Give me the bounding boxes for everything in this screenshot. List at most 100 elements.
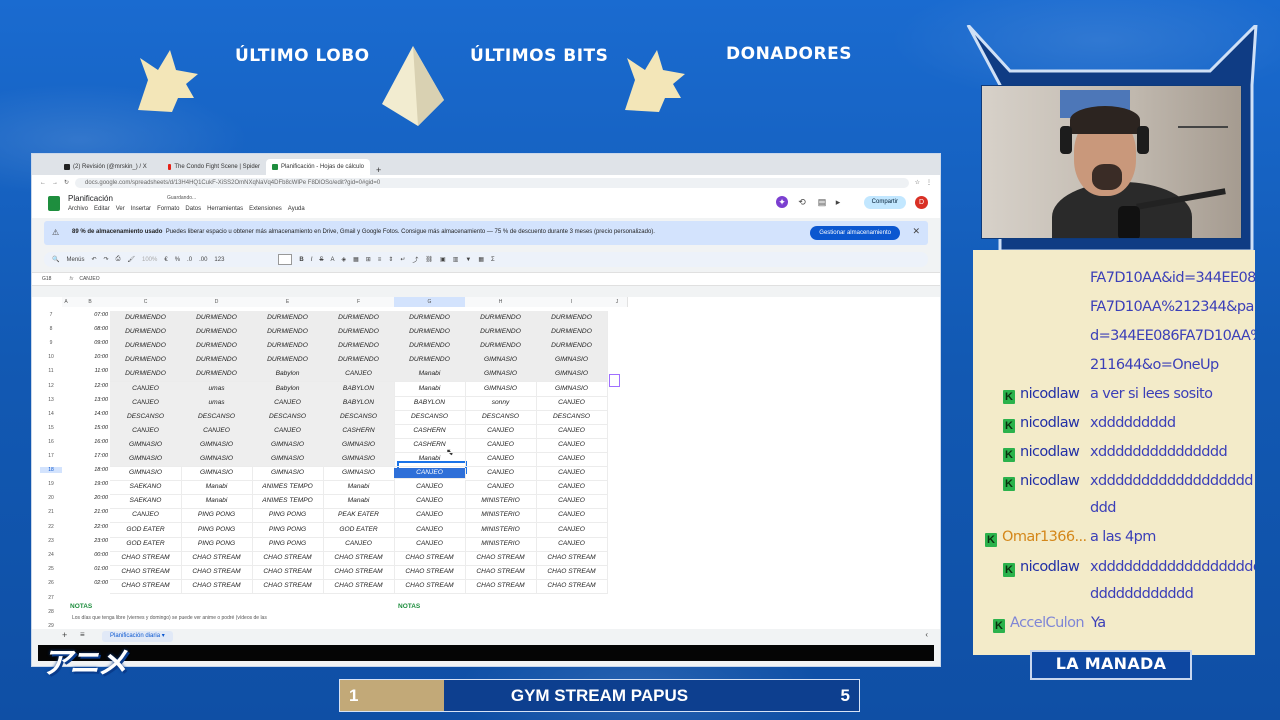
schedule-cell[interactable]: CANJEO: [323, 367, 395, 383]
row-header[interactable]: 14: [40, 411, 62, 417]
time-cell[interactable]: 23:00: [72, 538, 108, 544]
menus-search[interactable]: Menús: [66, 257, 84, 263]
decimal-increase-button[interactable]: .00: [199, 257, 207, 263]
schedule-cell[interactable]: CHAO STREAM: [465, 564, 537, 580]
time-cell[interactable]: 02:00: [72, 580, 108, 586]
currency-button[interactable]: €: [164, 257, 167, 263]
schedule-cell[interactable]: DURMIENDO: [536, 311, 608, 327]
decimal-decrease-button[interactable]: .0: [187, 257, 192, 263]
row-header[interactable]: 9: [40, 340, 62, 346]
search-icon[interactable]: 🔍: [52, 256, 59, 263]
schedule-cell[interactable]: DURMIENDO: [181, 367, 253, 383]
explore-icon[interactable]: ‹: [925, 630, 928, 639]
schedule-cell[interactable]: MINISTERIO: [465, 494, 537, 510]
schedule-cell[interactable]: MINISTERIO: [465, 536, 537, 552]
schedule-cell[interactable]: CHAO STREAM: [394, 564, 466, 580]
schedule-cell[interactable]: GIMNASIO: [181, 466, 253, 482]
schedule-cell[interactable]: CANJEO: [536, 395, 608, 411]
column-header[interactable]: G: [394, 297, 466, 307]
time-cell[interactable]: 13:00: [72, 397, 108, 403]
time-cell[interactable]: 16:00: [72, 439, 108, 445]
time-cell[interactable]: 12:00: [72, 383, 108, 389]
schedule-cell[interactable]: DURMIENDO: [536, 325, 608, 341]
formula-input[interactable]: CANJEO: [79, 276, 99, 282]
chat-username[interactable]: nicodlaw: [1020, 559, 1080, 575]
filter-views-icon[interactable]: ▦: [478, 256, 484, 263]
row-header[interactable]: 15: [40, 425, 62, 431]
schedule-cell[interactable]: DURMIENDO: [252, 311, 324, 327]
schedule-cell[interactable]: CHAO STREAM: [110, 564, 182, 580]
schedule-cell[interactable]: DURMIENDO: [323, 339, 395, 355]
chart-icon[interactable]: ▥: [453, 256, 459, 263]
forward-icon[interactable]: →: [52, 180, 58, 186]
schedule-cell[interactable]: GIMNASIO: [110, 466, 182, 482]
schedule-cell[interactable]: DURMIENDO: [394, 325, 466, 341]
time-cell[interactable]: 14:00: [72, 411, 108, 417]
schedule-cell[interactable]: CHAO STREAM: [323, 578, 395, 594]
schedule-cell[interactable]: CHAO STREAM: [323, 550, 395, 566]
schedule-cell[interactable]: GIMNASIO: [252, 466, 324, 482]
browser-tab[interactable]: The Condo Fight Scene | Spider: [162, 159, 266, 175]
row-header[interactable]: 7: [40, 312, 62, 318]
schedule-cell[interactable]: GOD EATER: [110, 536, 182, 552]
schedule-cell[interactable]: DURMIENDO: [110, 339, 182, 355]
schedule-cell[interactable]: CHAO STREAM: [181, 564, 253, 580]
schedule-cell[interactable]: Manabi: [323, 480, 395, 496]
schedule-cell[interactable]: ANIMES TEMPO: [252, 480, 324, 496]
column-header[interactable]: I: [536, 297, 608, 307]
menu-item[interactable]: Insertar: [131, 206, 151, 212]
time-cell[interactable]: 20:00: [72, 495, 108, 501]
print-icon[interactable]: ⎙: [116, 256, 121, 263]
schedule-cell[interactable]: CANJEO: [465, 480, 537, 496]
time-cell[interactable]: 19:00: [72, 481, 108, 487]
schedule-cell[interactable]: DURMIENDO: [181, 339, 253, 355]
column-header[interactable]: C: [110, 297, 182, 307]
schedule-cell[interactable]: GIMNASIO: [465, 353, 537, 369]
schedule-cell[interactable]: Manabi: [181, 494, 253, 510]
menu-item[interactable]: Archivo: [68, 206, 88, 212]
schedule-cell[interactable]: CHAO STREAM: [252, 550, 324, 566]
schedule-cell[interactable]: DURMIENDO: [465, 325, 537, 341]
schedule-cell[interactable]: CANJEO: [110, 395, 182, 411]
schedule-cell[interactable]: ANIMES TEMPO: [252, 494, 324, 510]
new-tab-icon[interactable]: +: [376, 165, 381, 175]
zoom-select[interactable]: 100%: [142, 257, 157, 263]
menu-item[interactable]: Herramientas: [207, 206, 243, 212]
url-field[interactable]: docs.google.com/spreadsheets/d/13H4HQ1Cu…: [75, 177, 909, 188]
extensions-icon[interactable]: ⋮: [926, 179, 932, 186]
schedule-cell[interactable]: PING PONG: [252, 522, 324, 538]
schedule-cell[interactable]: PING PONG: [181, 522, 253, 538]
close-icon[interactable]: ✕: [912, 226, 920, 237]
comment-add-icon[interactable]: ▣: [440, 256, 446, 263]
schedule-cell[interactable]: CASHERN: [394, 423, 466, 439]
text-color-icon[interactable]: A: [330, 257, 334, 263]
schedule-cell[interactable]: CANJEO: [181, 423, 253, 439]
schedule-cell[interactable]: CHAO STREAM: [394, 578, 466, 594]
schedule-cell[interactable]: GIMNASIO: [323, 437, 395, 453]
schedule-cell[interactable]: CANJEO: [536, 508, 608, 524]
manage-storage-button[interactable]: Gestionar almacenamiento: [810, 226, 900, 240]
merge-icon[interactable]: ⊞: [366, 256, 371, 263]
chat-username[interactable]: nicodlaw: [1020, 386, 1080, 402]
column-header[interactable]: B: [70, 297, 111, 307]
schedule-cell[interactable]: DURMIENDO: [181, 325, 253, 341]
schedule-cell[interactable]: CANJEO: [110, 423, 182, 439]
schedule-cell[interactable]: CANJEO: [252, 423, 324, 439]
schedule-cell[interactable]: DURMIENDO: [252, 339, 324, 355]
schedule-cell[interactable]: DESCANSO: [181, 409, 253, 425]
row-header[interactable]: 24: [40, 552, 62, 558]
sheets-logo-icon[interactable]: [48, 196, 60, 211]
browser-tab[interactable]: (2) Revisión (@mrskin_) / X: [58, 159, 162, 175]
schedule-cell[interactable]: CANJEO: [536, 494, 608, 510]
menu-item[interactable]: Formato: [157, 206, 179, 212]
schedule-cell[interactable]: CANJEO: [252, 395, 324, 411]
schedule-cell[interactable]: GOD EATER: [110, 522, 182, 538]
schedule-cell[interactable]: CANJEO: [394, 480, 466, 496]
schedule-cell[interactable]: DURMIENDO: [394, 311, 466, 327]
comment-icon[interactable]: ▤: [816, 196, 828, 208]
row-header[interactable]: 23: [40, 538, 62, 544]
schedule-cell[interactable]: CHAO STREAM: [465, 578, 537, 594]
schedule-cell[interactable]: CANJEO: [465, 423, 537, 439]
schedule-cell[interactable]: CANJEO: [536, 522, 608, 538]
bold-icon[interactable]: B: [299, 257, 303, 263]
